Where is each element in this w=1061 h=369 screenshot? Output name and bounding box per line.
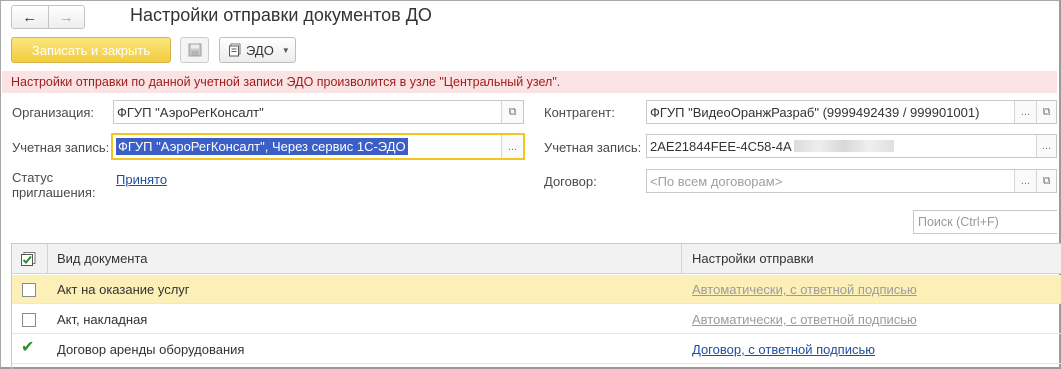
invitation-status-link[interactable]: Принято bbox=[116, 172, 167, 187]
table-row[interactable]: Акт на оказание услуг Автоматически, с о… bbox=[12, 275, 1061, 304]
counterparty-field[interactable]: ФГУП "ВидеоОранжРазраб" (9999492439 / 99… bbox=[646, 100, 1057, 124]
edo-menu-button[interactable]: ЭДО ▼ bbox=[219, 37, 296, 63]
account-value: ФГУП "АэроРегКонсалт", Через сервис 1С-Э… bbox=[116, 138, 408, 155]
arrow-left-icon: ← bbox=[22, 8, 38, 26]
open-counterparty-button[interactable]: ⧉ bbox=[1036, 101, 1056, 123]
arrow-right-icon: → bbox=[58, 8, 74, 26]
ellipsis-icon: ... bbox=[1041, 140, 1052, 152]
table-row[interactable]: ✔ Договор аренды оборудования Договор, с… bbox=[12, 335, 1061, 364]
organization-value: ФГУП "АэроРегКонсалт" bbox=[117, 104, 264, 120]
document-settings-table: Вид документа Настройки отправки Акт на … bbox=[11, 243, 1061, 369]
contract-label: Договор: bbox=[544, 174, 597, 189]
edo-button-label: ЭДО bbox=[246, 42, 274, 58]
document-stack-icon bbox=[229, 43, 241, 57]
forward-button[interactable]: → bbox=[49, 6, 85, 28]
column-header-settings[interactable]: Настройки отправки bbox=[692, 244, 814, 273]
invitation-status-label-line2: приглашения: bbox=[12, 185, 96, 200]
open-form-icon: ⧉ bbox=[1042, 174, 1051, 187]
invitation-status-label-line1: Статус bbox=[12, 170, 54, 185]
doc-type-cell: Договор аренды оборудования bbox=[57, 342, 245, 357]
row-checkbox[interactable] bbox=[22, 283, 36, 297]
counterparty-ellipsis-button[interactable]: ... bbox=[1014, 101, 1036, 123]
doc-type-cell: Акт на оказание услуг bbox=[57, 282, 190, 297]
account-field[interactable]: ФГУП "АэроРегКонсалт", Через сервис 1С-Э… bbox=[111, 133, 525, 160]
open-contract-button[interactable]: ⧉ bbox=[1036, 170, 1056, 192]
account-select-button[interactable]: ... bbox=[501, 135, 523, 158]
doc-type-cell: Акт, накладная bbox=[57, 312, 148, 327]
column-divider bbox=[47, 244, 48, 274]
send-settings-link[interactable]: Договор, с ответной подписью bbox=[692, 335, 875, 364]
ellipsis-icon: ... bbox=[1020, 106, 1031, 118]
counterparty-account-field[interactable]: 2AE21844FEE-4C58-4A ... bbox=[646, 134, 1057, 158]
row-checkbox-checked[interactable]: ✔ bbox=[21, 340, 34, 356]
ellipsis-icon: ... bbox=[1020, 175, 1031, 187]
floppy-disk-icon bbox=[188, 43, 201, 57]
search-input[interactable]: Поиск (Ctrl+F) bbox=[913, 210, 1057, 234]
redacted-blur bbox=[793, 140, 894, 152]
open-form-icon: ⧉ bbox=[1042, 105, 1051, 118]
counterparty-label: Контрагент: bbox=[544, 105, 615, 120]
nav-group: ← → bbox=[11, 5, 85, 29]
save-button[interactable] bbox=[180, 37, 209, 63]
send-settings-link[interactable]: Автоматически, с ответной подписью bbox=[692, 275, 917, 304]
chevron-down-icon: ▼ bbox=[281, 45, 290, 55]
open-form-icon: ⧉ bbox=[508, 105, 517, 118]
check-all-icon[interactable] bbox=[21, 252, 37, 266]
contract-placeholder: <По всем договорам> bbox=[650, 173, 783, 189]
organization-field[interactable]: ФГУП "АэроРегКонсалт" ⧉ bbox=[113, 100, 524, 124]
contract-ellipsis-button[interactable]: ... bbox=[1014, 170, 1036, 192]
back-button[interactable]: ← bbox=[12, 6, 49, 28]
organization-label: Организация: bbox=[12, 105, 95, 120]
counterparty-account-ellipsis-button[interactable]: ... bbox=[1036, 135, 1056, 157]
open-organization-button[interactable]: ⧉ bbox=[501, 101, 523, 123]
contract-field[interactable]: <По всем договорам> ... ⧉ bbox=[646, 169, 1057, 193]
table-row[interactable]: Акт, накладная Автоматически, с ответной… bbox=[12, 305, 1061, 334]
counterparty-account-value: 2AE21844FEE-4C58-4A bbox=[650, 138, 792, 154]
send-settings-link[interactable]: Автоматически, с ответной подписью bbox=[692, 305, 917, 334]
row-checkbox[interactable] bbox=[22, 313, 36, 327]
page-title: Настройки отправки документов ДО bbox=[130, 5, 432, 25]
table-header: Вид документа Настройки отправки bbox=[12, 244, 1061, 274]
column-header-doc-type[interactable]: Вид документа bbox=[57, 244, 148, 273]
save-and-close-button[interactable]: Записать и закрыть bbox=[11, 37, 171, 63]
column-divider bbox=[681, 244, 682, 274]
account-label: Учетная запись: bbox=[12, 140, 110, 155]
counterparty-account-label: Учетная запись: bbox=[544, 140, 642, 155]
ellipsis-icon: ... bbox=[507, 140, 518, 153]
info-message: Настройки отправки по данной учетной зап… bbox=[2, 71, 1057, 93]
counterparty-value: ФГУП "ВидеоОранжРазраб" (9999492439 / 99… bbox=[650, 104, 980, 120]
